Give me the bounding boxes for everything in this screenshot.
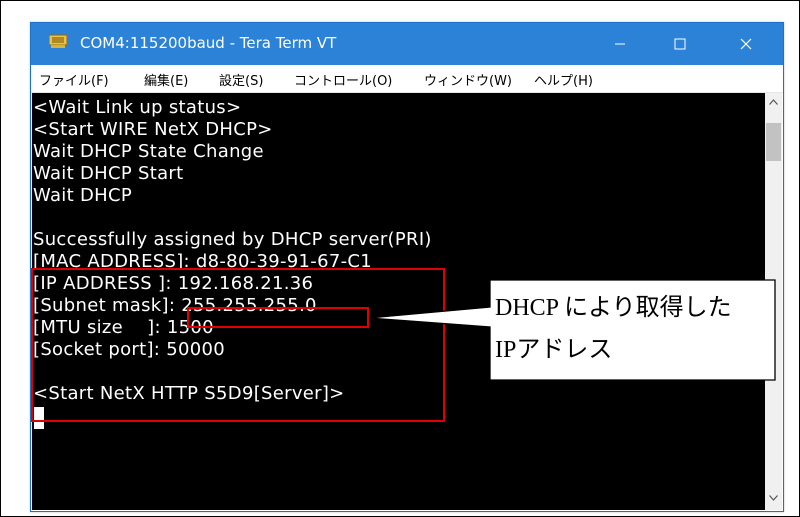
window-title: COM4:115200baud - Tera Term VT: [80, 34, 337, 52]
close-button[interactable]: [717, 23, 775, 65]
terminal-line: Wait DHCP: [33, 185, 132, 206]
minimize-icon: [615, 43, 625, 45]
terminal-line: <Start WIRE NetX DHCP>: [33, 119, 273, 140]
menu-setup[interactable]: 設定(S): [219, 70, 263, 89]
scroll-down-icon[interactable]: [769, 495, 778, 501]
menu-edit[interactable]: 編集(E): [144, 70, 188, 89]
menu-file[interactable]: ファイル(F): [39, 70, 109, 89]
menu-help[interactable]: ヘルプ(H): [534, 70, 593, 89]
scrollbar-thumb[interactable]: [766, 123, 781, 161]
terminal-line: Wait DHCP State Change: [33, 141, 264, 162]
menu-control[interactable]: コントロール(O): [294, 70, 392, 89]
terminal-line: Successfully assigned by DHCP server(PRI…: [33, 229, 432, 250]
scroll-up-icon[interactable]: [769, 99, 778, 105]
close-icon: [740, 38, 752, 50]
maximize-icon: [674, 38, 686, 50]
callout-line-1: DHCP により取得した: [495, 295, 732, 321]
title-bar[interactable]: COM4:115200baud - Tera Term VT: [31, 23, 783, 65]
minimize-button[interactable]: [591, 23, 649, 65]
tera-term-icon[interactable]: [48, 34, 68, 49]
maximize-button[interactable]: [651, 23, 709, 65]
menu-bar: ファイル(F) 編集(E) 設定(S) コントロール(O) ウィンドウ(W) ヘ…: [31, 65, 783, 93]
menu-window[interactable]: ウィンドウ(W): [424, 70, 512, 89]
tera-term-window: COM4:115200baud - Tera Term VT ファイル(F) 編…: [30, 22, 784, 512]
terminal-line: Wait DHCP Start: [33, 163, 184, 184]
terminal-line: <Wait Link up status>: [33, 97, 242, 118]
callout-line-2: IPアドレス: [495, 337, 613, 363]
